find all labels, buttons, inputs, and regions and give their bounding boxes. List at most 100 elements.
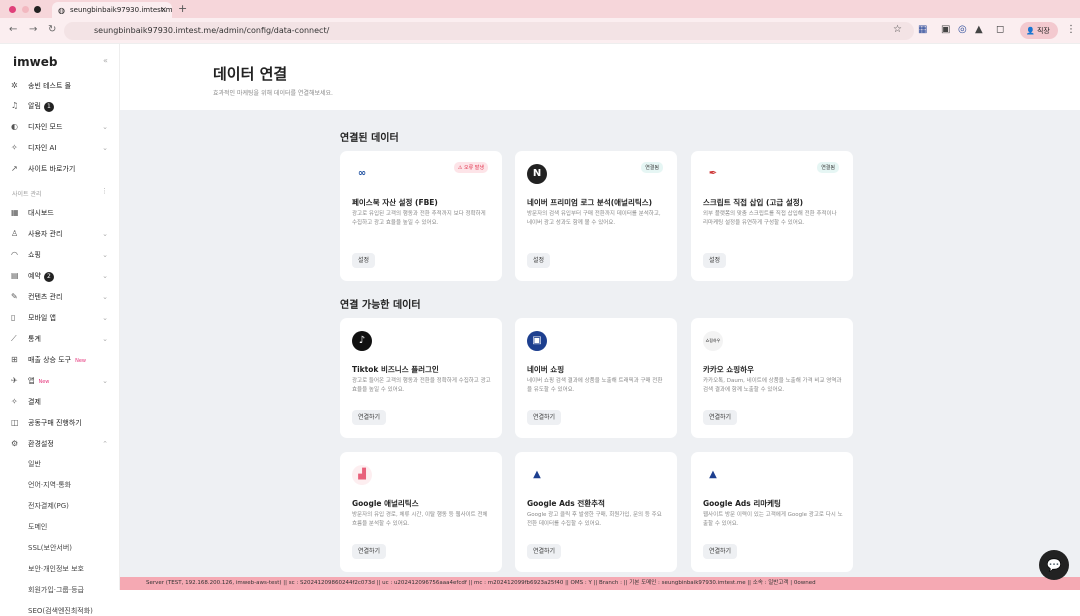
menu-icon[interactable]: ⋮ bbox=[1066, 24, 1076, 35]
extension-icon[interactable]: ▲ bbox=[975, 24, 983, 35]
sidebar-item-visit-site[interactable]: ↗ 사이트 바로가기 bbox=[0, 160, 120, 178]
card-google-analytics: ▟ Google 애널리틱스 방문자의 유입 경로, 체류 시간, 이탈 행동 … bbox=[340, 452, 502, 572]
sidebar-item-design-mode[interactable]: ◐ 디자인 모드 ⌄ bbox=[0, 118, 120, 136]
settings-button[interactable]: 설정 bbox=[352, 253, 376, 268]
forward-icon[interactable]: → bbox=[29, 24, 37, 35]
sidebar-item-design-ai[interactable]: ✧ 디자인 AI ⌄ bbox=[0, 139, 120, 157]
extension-icon[interactable]: ◎ bbox=[958, 24, 967, 35]
sidebar-item-shopping[interactable]: ◠ 쇼핑 ⌄ bbox=[0, 246, 120, 264]
connect-button[interactable]: 연결하기 bbox=[703, 544, 738, 559]
settings-sub-membership[interactable]: 회원가입·그룹·등급 bbox=[28, 585, 84, 595]
reload-icon[interactable]: ↻ bbox=[48, 24, 56, 35]
new-tag: New bbox=[38, 379, 50, 385]
google-ads-logo-icon: ▲ bbox=[533, 469, 541, 480]
label: 대시보드 bbox=[28, 209, 54, 217]
settings-sub-language[interactable]: 언어·지역·통화 bbox=[28, 480, 71, 490]
megaphone-icon: ◫ bbox=[11, 418, 19, 427]
settings-sub-general[interactable]: 일반 bbox=[28, 459, 41, 469]
card-description: 외부 플랫폼의 맞춤 스크립트를 직접 삽입해 전환 추적이나 리마케팅 설정을… bbox=[703, 211, 837, 226]
tiktok-logo-icon: ♪ bbox=[352, 331, 372, 351]
label: 사용자 관리 bbox=[28, 230, 63, 238]
bookmark-star-icon[interactable]: ☆ bbox=[893, 24, 902, 35]
card-description: 방문자의 검색 유입부터 구매 전환까지 데이터를 분석하고, 네이버 광고 성… bbox=[527, 211, 661, 226]
settings-sub-domain[interactable]: 도메인 bbox=[28, 522, 47, 532]
connect-button[interactable]: 연결하기 bbox=[352, 544, 387, 559]
sidebar-item-settings[interactable]: ⚙ 환경설정 ⌃ bbox=[0, 435, 120, 453]
label: 디자인 모드 bbox=[28, 123, 63, 131]
card-description: 광고로 유입된 고객의 행동과 전환 추적까지 보다 정확하게 수집하고 광고 … bbox=[352, 211, 486, 226]
card-description: 웹사이트 방문 이력이 있는 고객에게 Google 광고로 다시 노출할 수 … bbox=[703, 512, 843, 527]
main-content: 연결된 데이터 ∞ ⚠ 오류 발생 페이스북 자산 설정 (FBE) 광고로 유… bbox=[120, 110, 1080, 577]
sidebar-item-sales-tools[interactable]: ⊞ 매출 상승 도구 New bbox=[0, 351, 120, 369]
chevron-up-icon: ⌃ bbox=[102, 440, 108, 448]
card-naver-analytics: N 연결됨 네이버 프리미엄 로그 분석(애널리틱스) 방문자의 검색 유입부터… bbox=[515, 151, 677, 281]
connect-button[interactable]: 연결하기 bbox=[703, 410, 738, 425]
collapse-sidebar-icon[interactable]: « bbox=[103, 56, 108, 65]
naver-shopping-logo-icon: ▣ bbox=[527, 331, 547, 351]
connect-button[interactable]: 연결하기 bbox=[352, 410, 387, 425]
status-badge-connected: 연결됨 bbox=[641, 162, 663, 173]
logo-text: 쇼핑하우 bbox=[705, 338, 721, 343]
card-title: 스크립트 직접 삽입 (고급 설정) bbox=[703, 198, 804, 207]
card-description: Google 광고 클릭 후 발생한 구매, 회원가입, 문의 등 주요 전환 … bbox=[527, 512, 662, 527]
chevron-down-icon: ⌄ bbox=[102, 123, 108, 131]
bag-icon: ◠ bbox=[11, 250, 18, 259]
profile-button[interactable]: 👤 직장 bbox=[1020, 22, 1058, 39]
sidebar-item-apps[interactable]: ✈ 앱 New ⌄ bbox=[0, 372, 120, 390]
card-title: Tiktok 비즈니스 플러그인 bbox=[352, 365, 439, 374]
extension-icon[interactable]: ▣ bbox=[941, 24, 950, 35]
sidebar: imweb « ✲ 송빈 테스트 몰 ♫ 알림 1 ◐ 디자인 모드 ⌄ ✧ 디자인 AI ⌄… bbox=[0, 44, 120, 615]
extension-icon[interactable]: ▦ bbox=[918, 24, 927, 35]
card-title: 카카오 쇼핑하우 bbox=[703, 365, 754, 374]
puzzle-icon[interactable]: ◻ bbox=[996, 24, 1004, 35]
profile-label: 직장 bbox=[1036, 27, 1050, 35]
minimize-window-button[interactable] bbox=[22, 6, 29, 13]
sidebar-item-stats[interactable]: ⟋ 통계 ⌄ bbox=[0, 330, 120, 348]
naver-logo-icon: N bbox=[527, 164, 547, 184]
sidebar-item-site[interactable]: ✲ 송빈 테스트 몰 bbox=[0, 77, 120, 95]
sidebar-item-contents[interactable]: ✎ 컨텐츠 관리 ⌄ bbox=[0, 288, 120, 306]
sidebar-item-users[interactable]: ♙ 사용자 관리 ⌄ bbox=[0, 225, 120, 243]
new-tag: New bbox=[75, 358, 86, 364]
chevron-down-icon: ⌄ bbox=[102, 230, 108, 238]
sidebar-item-notifications[interactable]: ♫ 알림 1 bbox=[0, 97, 120, 115]
sidebar-item-payment[interactable]: ✧ 결제 bbox=[0, 393, 120, 411]
meta-logo-icon: ∞ bbox=[357, 168, 367, 179]
sidebar-item-dashboard[interactable]: ▦ 대시보드 bbox=[0, 204, 120, 222]
connect-button[interactable]: 연결하기 bbox=[527, 410, 562, 425]
settings-sub-security[interactable]: 보안·개인정보 보호 bbox=[28, 564, 84, 574]
page-header: 데이터 연결 효과적인 마케팅을 위해 데이터를 연결해보세요. bbox=[120, 44, 1080, 110]
chevron-down-icon: ⌄ bbox=[102, 377, 108, 385]
google-analytics-logo-icon: ▟ bbox=[352, 465, 372, 485]
url-input[interactable]: seungbinbaik97930.imtest.me/admin/config… bbox=[64, 22, 914, 40]
back-icon[interactable]: ← bbox=[9, 24, 17, 35]
connect-button[interactable]: 연결하기 bbox=[527, 544, 562, 559]
sidebar-item-mobile-app[interactable]: ▯ 모바일 앱 ⌄ bbox=[0, 309, 120, 327]
sidebar-item-booking[interactable]: ▤ 예약 2 ⌄ bbox=[0, 267, 120, 285]
card-tiktok: ♪ Tiktok 비즈니스 플러그인 광고로 들어온 고객의 행동과 전환을 정… bbox=[340, 318, 502, 438]
chat-support-button[interactable]: 💬 bbox=[1039, 550, 1069, 580]
new-tab-button[interactable]: + bbox=[178, 2, 187, 15]
chevron-down-icon: ⌄ bbox=[102, 335, 108, 343]
close-tab-icon[interactable]: × bbox=[160, 5, 167, 14]
label: 쇼핑 bbox=[28, 251, 41, 259]
settings-sub-ssl[interactable]: SSL(보안서버) bbox=[28, 543, 72, 553]
settings-button[interactable]: 설정 bbox=[527, 253, 551, 268]
label: 송빈 테스트 몰 bbox=[28, 82, 72, 90]
flag-icon: ✲ bbox=[11, 81, 18, 90]
sidebar-item-group-buy[interactable]: ◫ 공동구매 진행하기 bbox=[0, 414, 120, 432]
card-description: 방문자의 유입 경로, 체류 시간, 이탈 행동 등 웹사이트 전체 흐름을 분… bbox=[352, 512, 488, 527]
imweb-logo[interactable]: imweb bbox=[13, 55, 57, 69]
chevron-down-icon: ⌄ bbox=[102, 293, 108, 301]
script-pen-icon: ✒ bbox=[708, 168, 718, 179]
settings-sub-pg[interactable]: 전자결제(PG) bbox=[28, 501, 69, 511]
close-window-button[interactable] bbox=[9, 6, 16, 13]
card-google-ads-conversion: ▲ Google Ads 전환추적 Google 광고 클릭 후 발생한 구매,… bbox=[515, 452, 677, 572]
section-label: 사이트 관리 bbox=[12, 191, 42, 198]
maximize-window-button[interactable] bbox=[34, 6, 41, 13]
settings-button[interactable]: 설정 bbox=[703, 253, 727, 268]
browser-tab[interactable]: ◍ seungbinbaik97930.imtest.me × bbox=[52, 2, 172, 18]
browser-tab-bar: ◍ seungbinbaik97930.imtest.me × + bbox=[0, 0, 1080, 18]
more-icon[interactable]: ⋮ bbox=[101, 187, 108, 195]
settings-sub-seo[interactable]: SEO(검색엔진최적화) bbox=[28, 606, 93, 616]
